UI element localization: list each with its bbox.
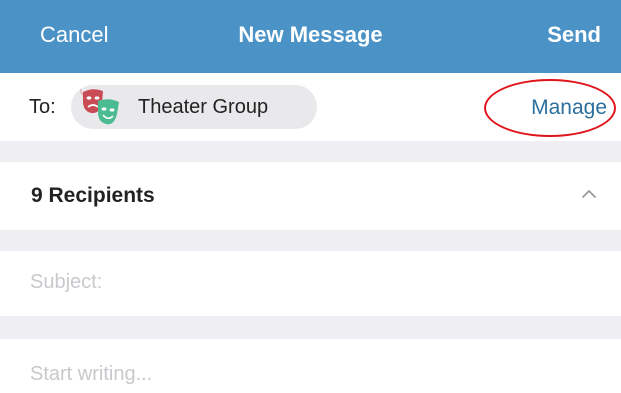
theater-masks-icon: [79, 86, 123, 128]
section-separator: [0, 230, 621, 251]
chevron-up-icon[interactable]: [581, 186, 597, 202]
subject-row: [0, 251, 621, 316]
navigation-bar: Cancel New Message Send: [0, 0, 621, 73]
message-body-row: [0, 339, 621, 393]
recipients-count: 9 Recipients: [31, 184, 155, 207]
to-label: To:: [29, 96, 56, 118]
recipient-chip-label: Theater Group: [138, 96, 269, 118]
recipient-chip[interactable]: Theater Group: [71, 85, 317, 129]
page-title: New Message: [238, 22, 383, 47]
subject-input[interactable]: [30, 271, 590, 294]
message-body-input[interactable]: [30, 363, 590, 386]
send-button[interactable]: Send: [547, 22, 601, 48]
manage-button[interactable]: Manage: [531, 96, 607, 120]
new-message-screen: Cancel New Message Send To: Theater Grou…: [0, 0, 621, 393]
section-separator: [0, 316, 621, 339]
to-field-row: To: Theater Group Manage: [0, 73, 621, 141]
recipients-toggle-row[interactable]: 9 Recipients: [0, 162, 621, 230]
section-separator: [0, 141, 621, 162]
